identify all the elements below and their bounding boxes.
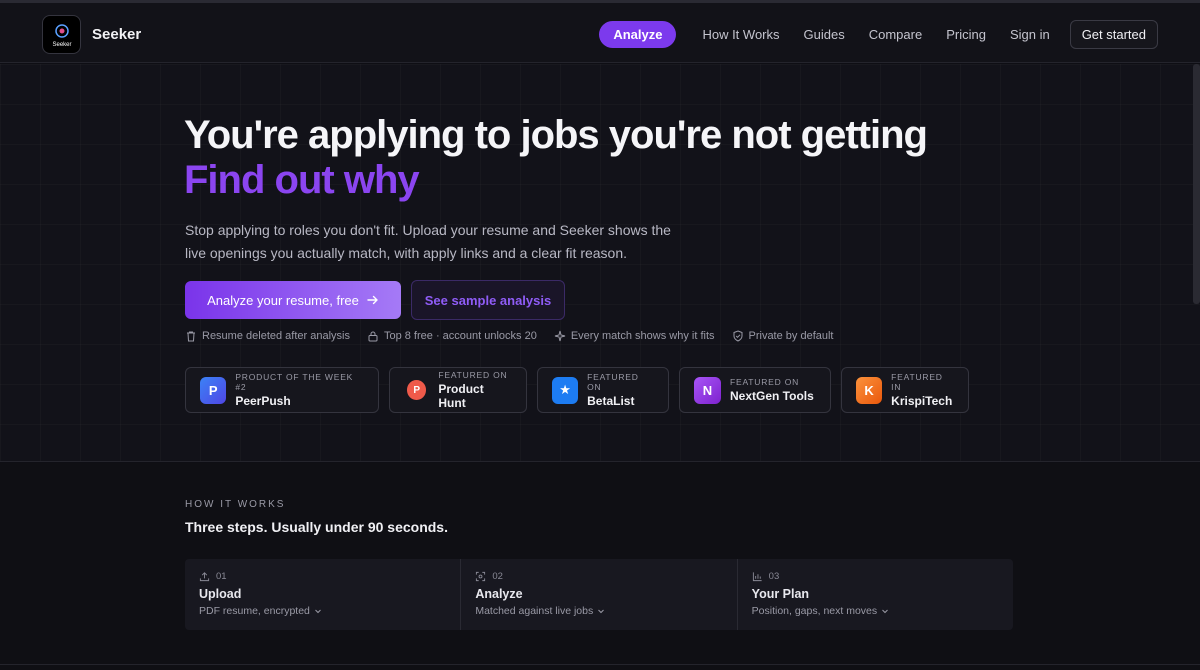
trust-item: Resume deleted after analysis (185, 329, 350, 343)
nextgen-tools-icon: N (694, 376, 721, 404)
section-kicker: HOW IT WORKS (185, 499, 286, 510)
badge-betalist[interactable]: ★ Featured on BetaList (537, 367, 669, 413)
step-number: 01 (216, 571, 227, 582)
badge-krispitech[interactable]: K Featured in KrispiTech (841, 367, 969, 413)
featured-badges: P Product of the week #2 PeerPush P Feat… (185, 367, 969, 413)
step-number: 03 (768, 571, 780, 582)
step-desc: Position, gaps, next moves (752, 605, 999, 617)
badge-name: Product Hunt (438, 382, 484, 410)
nav-pricing[interactable]: Pricing (934, 21, 998, 48)
section-title: Three steps. Usually under 90 seconds. (185, 519, 448, 535)
nav-compare[interactable]: Compare (857, 21, 934, 48)
step-upload[interactable]: 01 Upload PDF resume, encrypted (185, 559, 462, 630)
step-desc: Matched against live jobs (475, 605, 722, 617)
trust-text: Every match shows why it fits (570, 330, 715, 342)
chevron-down-icon (315, 609, 321, 614)
step-your-plan[interactable]: 03 Your Plan Position, gaps, next moves (738, 559, 1013, 630)
bar-chart-icon (752, 572, 762, 582)
trust-item: Every match shows why it fits (554, 329, 715, 343)
step-name: Analyze (475, 587, 523, 601)
badge-kicker: Featured in (891, 372, 943, 392)
logo-icon: Seeker (47, 20, 77, 50)
hero-subtitle: Stop applying to roles you don't fit. Up… (185, 222, 671, 261)
trust-text: Resume deleted after analysis (202, 330, 350, 342)
product-hunt-icon: P (407, 380, 427, 400)
steps-panel: 01 Upload PDF resume, encrypted 02 Analy… (185, 559, 1013, 630)
shield-icon (733, 330, 742, 342)
badge-product-hunt[interactable]: P Featured on Product Hunt (389, 367, 527, 413)
badge-kicker: Featured on (587, 372, 639, 392)
badge-nextgen-tools[interactable]: N Featured on NextGen Tools (679, 367, 831, 413)
step-desc-text: PDF resume, encrypted (199, 605, 310, 617)
upload-icon (199, 572, 210, 582)
step-analyze[interactable]: 02 Analyze Matched against live jobs (461, 559, 738, 630)
analyze-resume-button[interactable]: Analyze your resume, free (185, 281, 401, 319)
analyze-resume-label: Analyze your resume, free (207, 292, 359, 308)
nav-guides[interactable]: Guides (792, 21, 857, 48)
step-header: 03 (752, 571, 999, 582)
step-name: Your Plan (751, 587, 810, 601)
chevron-down-icon (882, 609, 888, 614)
badge-name: BetaList (587, 394, 635, 408)
scrollbar[interactable] (1193, 64, 1200, 304)
badge-name: NextGen Tools (730, 389, 814, 403)
badge-name: KrispiTech (891, 394, 953, 408)
trust-item: Top 8 free · account unlocks 20 (367, 329, 537, 343)
step-name: Upload (199, 587, 242, 601)
arrow-right-icon (367, 295, 378, 305)
step-desc-text: Position, gaps, next moves (751, 605, 878, 617)
step-desc: PDF resume, encrypted (199, 605, 446, 617)
betalist-icon: ★ (552, 376, 579, 404)
nav-links: Analyze How It Works Guides Compare Pric… (599, 20, 1158, 49)
brand-logo[interactable]: Seeker (42, 15, 81, 54)
step-number: 02 (492, 571, 503, 582)
top-navigation: Seeker Seeker Analyze How It Works Guide… (0, 3, 1200, 63)
trust-row: Resume deleted after analysis Top 8 free… (185, 329, 834, 343)
trust-text: Private by default (748, 330, 834, 342)
chevron-down-icon (598, 609, 605, 614)
trash-icon (187, 331, 195, 342)
badge-name: PeerPush (235, 394, 291, 408)
scan-icon (476, 571, 486, 582)
step-header: 01 (199, 571, 446, 582)
nav-analyze[interactable]: Analyze (599, 21, 677, 48)
section-divider (0, 664, 1200, 665)
brand-name[interactable]: Seeker (92, 26, 141, 43)
nav-sign-in[interactable]: Sign in (998, 21, 1062, 48)
sample-analysis-button[interactable]: See sample analysis (411, 280, 565, 320)
sparkle-icon (554, 330, 565, 342)
krispitech-icon: K (856, 376, 883, 404)
badge-kicker: Featured on (730, 377, 800, 387)
trust-text: Top 8 free · account unlocks 20 (383, 330, 537, 342)
step-header: 02 (475, 571, 722, 582)
step-desc-text: Matched against live jobs (475, 605, 594, 617)
lock-icon (368, 331, 378, 342)
svg-text:Seeker: Seeker (52, 42, 71, 48)
hero-headline: You're applying to jobs you're not getti… (184, 113, 928, 157)
get-started-button[interactable]: Get started (1069, 20, 1158, 49)
nav-how-it-works[interactable]: How It Works (690, 21, 791, 48)
trust-item: Private by default (732, 329, 834, 343)
peerpush-icon: P (200, 376, 227, 404)
badge-peerpush[interactable]: P Product of the week #2 PeerPush (185, 367, 379, 413)
badge-kicker: Product of the week #2 (235, 372, 354, 392)
badge-kicker: Featured on (438, 370, 508, 380)
hero-headline-accent: Find out why (184, 158, 420, 202)
